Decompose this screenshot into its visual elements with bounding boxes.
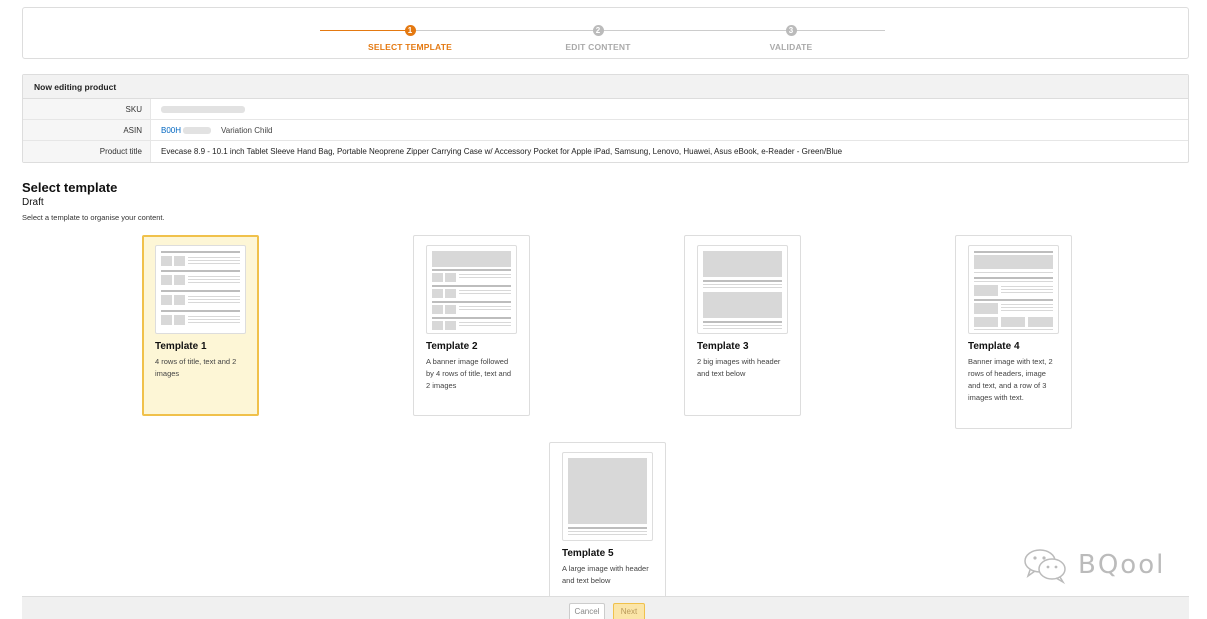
template-4-title: Template 4 bbox=[968, 341, 1020, 352]
product-title-label: Product title bbox=[23, 141, 151, 162]
template-5-title: Template 5 bbox=[562, 548, 614, 559]
template-4-thumbnail bbox=[968, 245, 1059, 334]
footer-bar: Cancel Next bbox=[22, 596, 1189, 619]
template-2-thumbnail bbox=[426, 245, 517, 334]
wechat-icon bbox=[1024, 549, 1066, 585]
asin-link[interactable]: B00H bbox=[161, 120, 181, 141]
sku-label: SKU bbox=[23, 99, 151, 119]
product-title-row: Product title Evecase 8.9 - 10.1 inch Ta… bbox=[23, 141, 1188, 162]
template-2-description: A banner image followed by 4 rows of tit… bbox=[426, 357, 512, 390]
template-card-1[interactable]: Template 1 4 rows of title, text and 2 i… bbox=[142, 235, 259, 416]
template-4-description: Banner image with text, 2 rows of header… bbox=[968, 357, 1053, 402]
next-button[interactable]: Next bbox=[613, 603, 645, 619]
step-edit-content: 2 EDIT CONTENT bbox=[528, 25, 668, 52]
step-validate: 3 VALIDATE bbox=[721, 25, 861, 52]
template-5-description: A large image with header and text below bbox=[562, 564, 649, 585]
product-panel-heading: Now editing product bbox=[23, 75, 1188, 99]
section-title: Select template bbox=[22, 180, 118, 195]
variation-label: Variation Child bbox=[221, 125, 273, 135]
template-5-thumbnail bbox=[562, 452, 653, 541]
redacted-asin bbox=[183, 126, 212, 134]
template-3-title: Template 3 bbox=[697, 341, 749, 352]
step-label: EDIT CONTENT bbox=[565, 42, 631, 52]
redacted-sku bbox=[161, 105, 245, 113]
step-label: VALIDATE bbox=[769, 42, 813, 52]
template-3-thumbnail bbox=[697, 245, 788, 334]
watermark-text: BQool bbox=[1078, 550, 1166, 580]
product-title-value: Evecase 8.9 - 10.1 inch Tablet Sleeve Ha… bbox=[161, 147, 843, 156]
cancel-button[interactable]: Cancel bbox=[569, 603, 605, 619]
template-card-5[interactable]: Template 5 A large image with header and… bbox=[549, 442, 666, 602]
template-3-description: 2 big images with header and text below bbox=[697, 357, 781, 378]
status-label: Draft bbox=[22, 197, 44, 208]
template-1-thumbnail bbox=[155, 245, 246, 334]
step-number-badge: 3 bbox=[785, 25, 797, 36]
template-card-3[interactable]: Template 3 2 big images with header and … bbox=[684, 235, 801, 416]
template-1-description: 4 rows of title, text and 2 images bbox=[155, 357, 237, 378]
section-description: Select a template to organise your conte… bbox=[22, 213, 165, 222]
step-select-template: 1 SELECT TEMPLATE bbox=[340, 25, 480, 52]
step-number-badge: 1 bbox=[404, 25, 416, 36]
template-2-title: Template 2 bbox=[426, 341, 478, 352]
progress-stepper: 1 SELECT TEMPLATE 2 EDIT CONTENT 3 VALID… bbox=[22, 7, 1189, 59]
sku-row: SKU bbox=[23, 99, 1188, 120]
asin-value: B00H Variation Child bbox=[151, 120, 272, 140]
asin-row: ASIN B00H Variation Child bbox=[23, 120, 1188, 141]
step-label: SELECT TEMPLATE bbox=[367, 42, 453, 52]
template-card-2[interactable]: Template 2 A banner image followed by 4 … bbox=[413, 235, 530, 416]
asin-label: ASIN bbox=[23, 120, 151, 140]
template-card-4[interactable]: Template 4 Banner image with text, 2 row… bbox=[955, 235, 1072, 429]
watermark: BQool bbox=[1020, 545, 1165, 585]
template-1-title: Template 1 bbox=[155, 341, 207, 352]
step-number-badge: 2 bbox=[592, 25, 604, 36]
product-info-panel: Now editing product SKU ASIN B00H Variat… bbox=[22, 74, 1189, 163]
sku-value bbox=[151, 99, 245, 119]
